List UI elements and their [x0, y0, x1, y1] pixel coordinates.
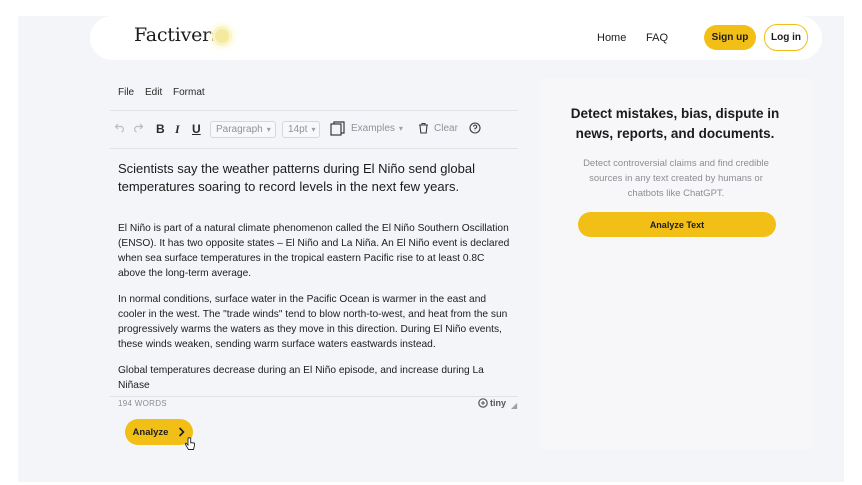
resize-handle-icon[interactable]: ◢ — [511, 401, 517, 410]
paragraph[interactable]: In normal conditions, surface water in t… — [118, 292, 514, 352]
menu-edit[interactable]: Edit — [145, 87, 162, 98]
underline-button[interactable]: U — [192, 122, 201, 136]
font-size-value: 14pt — [288, 124, 308, 135]
chevron-right-icon — [179, 427, 186, 437]
menu-file[interactable]: File — [118, 87, 134, 98]
nav-home-link[interactable]: Home — [597, 32, 626, 44]
document-title[interactable]: Scientists say the weather patterns duri… — [118, 160, 498, 196]
paragraph[interactable]: El Niño is part of a natural climate phe… — [118, 221, 514, 281]
sign-up-button[interactable]: Sign up — [704, 25, 756, 50]
redo-icon[interactable] — [132, 121, 144, 133]
help-button[interactable] — [469, 122, 481, 134]
toolbar-divider — [110, 148, 518, 149]
font-size-select[interactable]: 14pt ▾ — [282, 121, 320, 138]
word-count: 194 WORDS — [118, 399, 167, 408]
clear-button[interactable]: Clear — [418, 122, 458, 134]
tiny-label: tiny — [490, 398, 507, 408]
examples-label: Examples — [351, 123, 395, 134]
block-format-value: Paragraph — [216, 124, 263, 135]
italic-button[interactable]: I — [175, 122, 180, 137]
panel-heading: Detect mistakes, bias, dispute in news, … — [570, 106, 780, 141]
menu-divider — [110, 110, 518, 111]
chevron-down-icon: ▾ — [311, 125, 316, 134]
analyze-button[interactable]: Analyze — [125, 419, 193, 445]
bold-button[interactable]: B — [156, 122, 165, 136]
block-format-select[interactable]: Paragraph ▾ — [210, 121, 276, 138]
log-in-button[interactable]: Log in — [764, 24, 808, 51]
trash-icon — [419, 122, 428, 134]
logo-sun-icon — [215, 29, 229, 43]
chevron-down-icon: ▾ — [398, 124, 403, 133]
analyze-label: Analyze — [132, 426, 169, 438]
hand-cursor-icon — [184, 437, 196, 454]
paragraph[interactable]: Global temperatures decrease during an E… — [118, 363, 508, 393]
clear-label: Clear — [434, 122, 458, 134]
panel-description: Detect controversial claims and find cre… — [583, 158, 769, 199]
status-divider — [110, 396, 518, 397]
nav-faq-link[interactable]: FAQ — [646, 32, 668, 44]
copy-icon — [330, 121, 345, 136]
menu-format[interactable]: Format — [173, 87, 205, 98]
examples-button[interactable]: Examples ▾ — [330, 121, 403, 136]
undo-icon[interactable] — [114, 121, 126, 133]
tiny-branding[interactable]: tiny — [478, 398, 506, 408]
chevron-down-icon: ▾ — [266, 125, 271, 134]
help-icon — [469, 122, 481, 134]
tiny-logo-icon — [478, 398, 488, 408]
analyze-text-button[interactable]: Analyze Text — [578, 212, 776, 237]
